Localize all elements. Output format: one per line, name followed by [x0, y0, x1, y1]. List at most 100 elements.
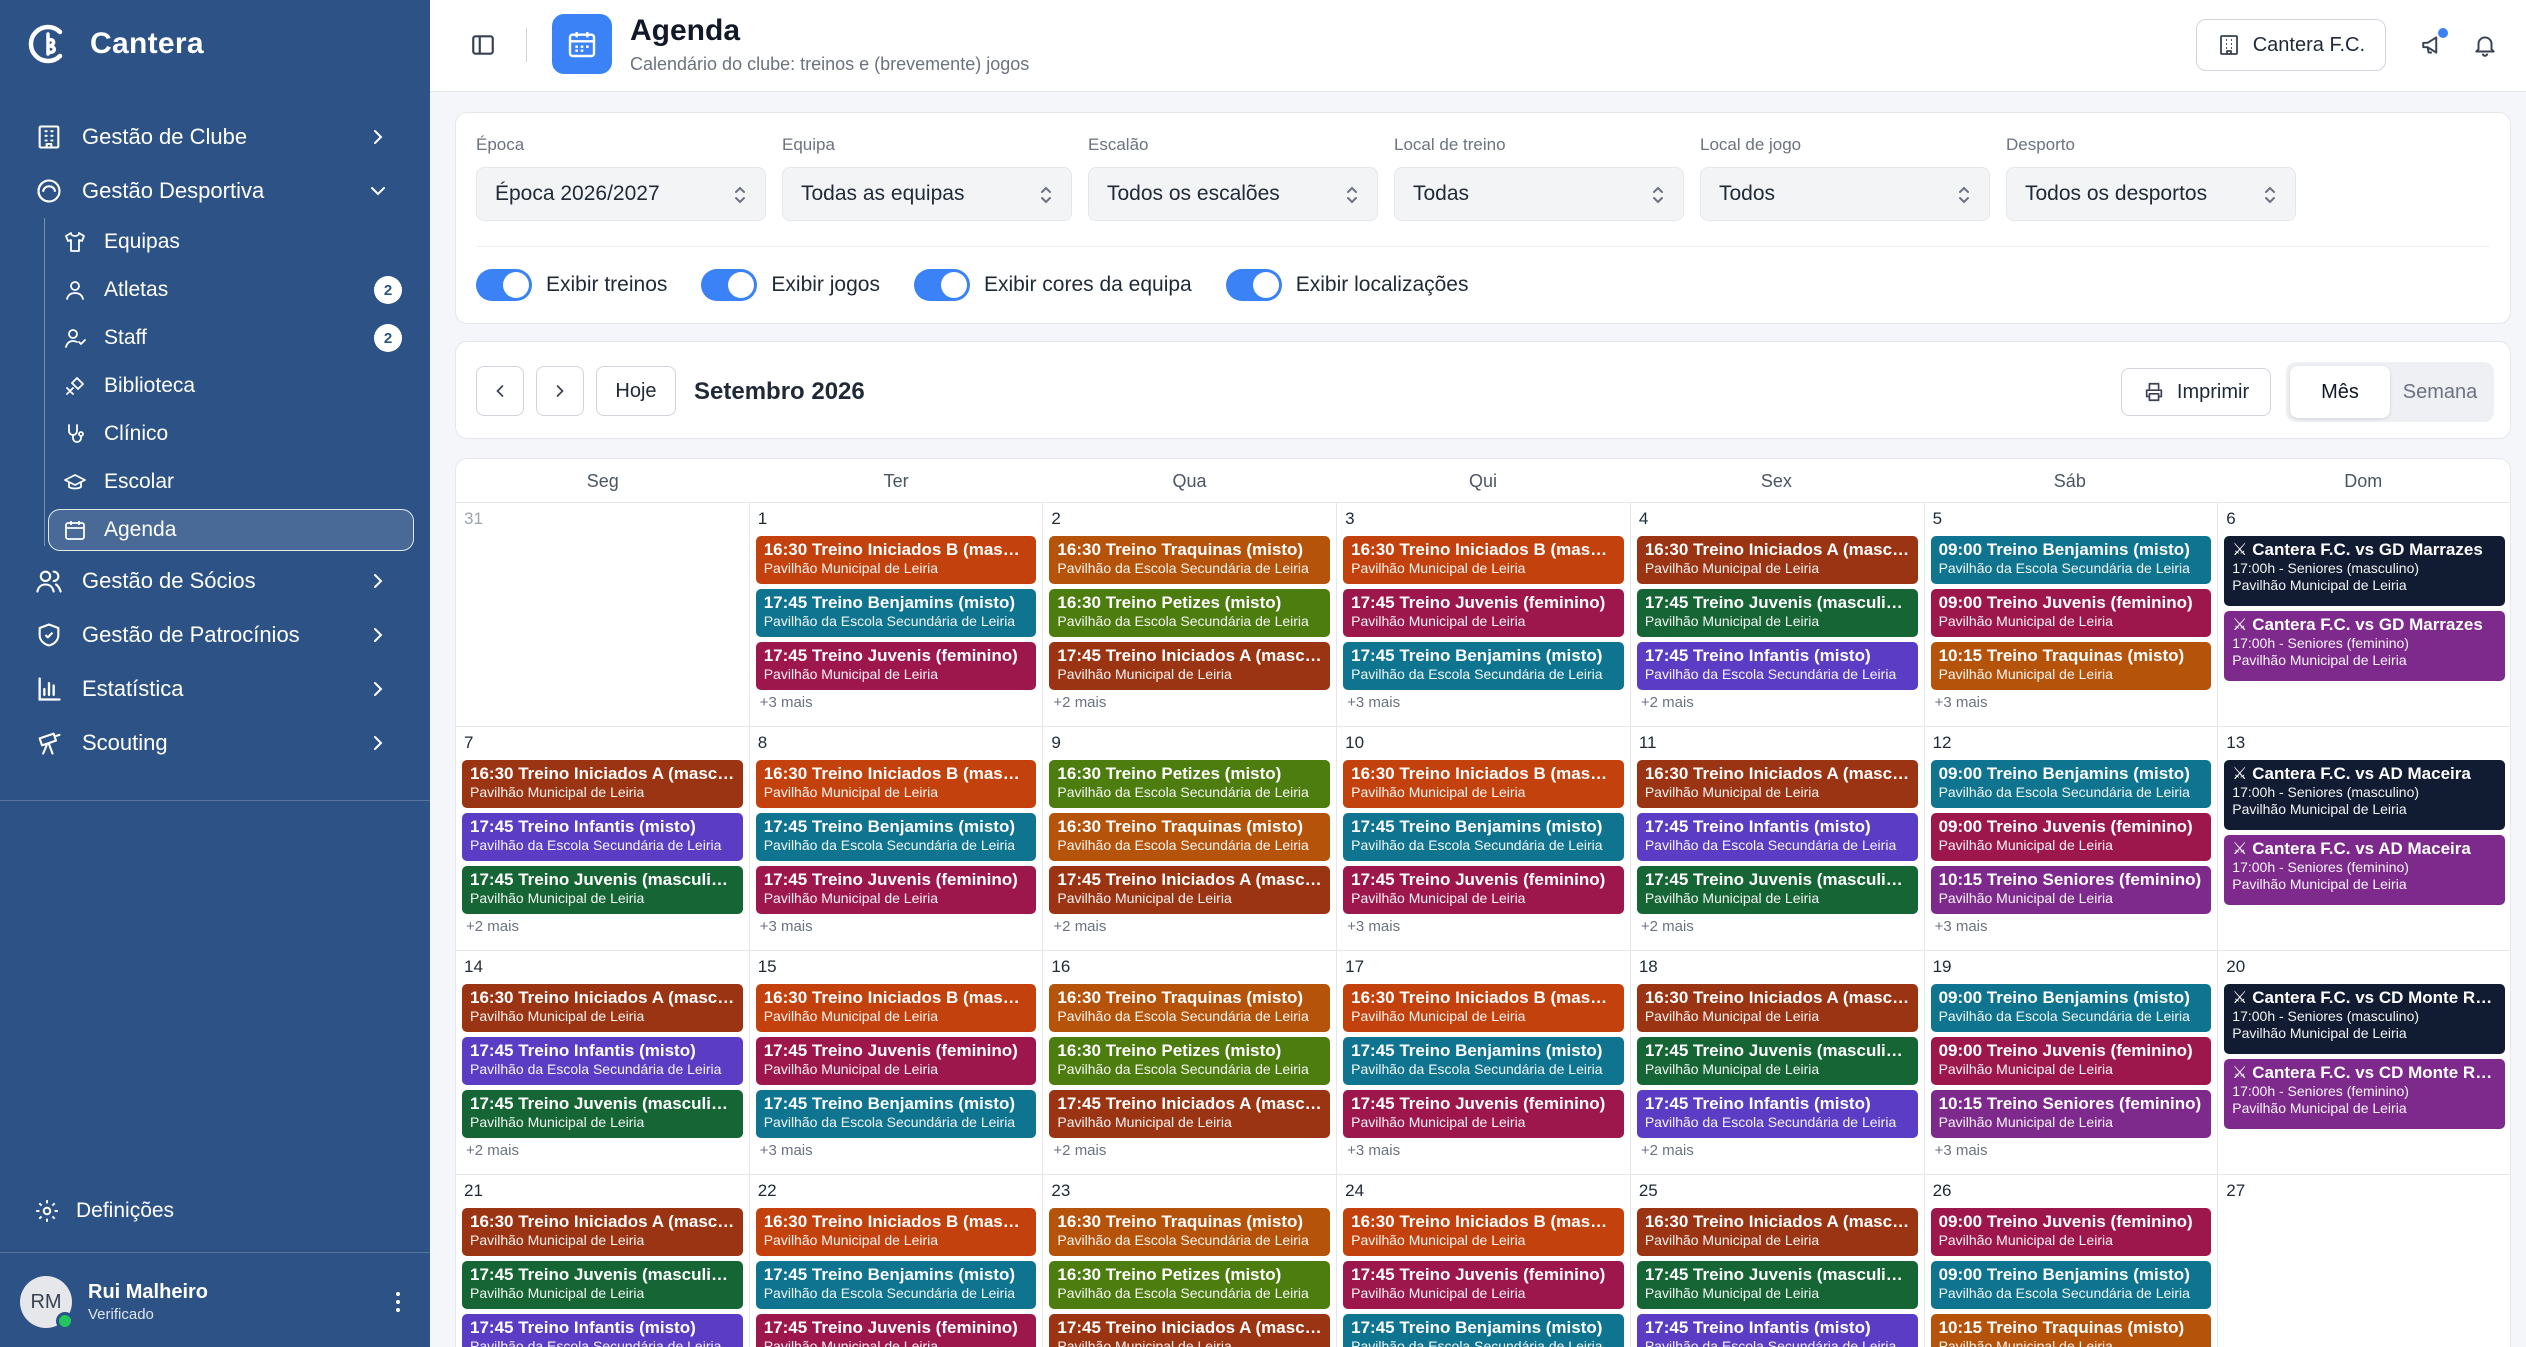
training-event[interactable]: 17:45 Treino Juvenis (feminino) Pavilhão …	[1343, 866, 1624, 914]
sidebar-toggle-button[interactable]	[466, 28, 500, 62]
game-event[interactable]: ⚔ Cantera F.C. vs CD Monte Redondo17:00h…	[2224, 984, 2505, 1054]
training-event[interactable]: 17:45 Treino Juvenis (feminino) Pavilhão …	[1343, 589, 1624, 637]
training-event[interactable]: 16:30 Treino Iniciados B (masculino)Pavi…	[1343, 984, 1624, 1032]
training-event[interactable]: 09:00 Treino Benjamins (misto) Pavilhão d…	[1930, 536, 2212, 584]
training-event[interactable]: 16:30 Treino Petizes (misto) Pavilhão da …	[1049, 1037, 1331, 1085]
training-event[interactable]: 17:45 Treino Juvenis (feminino) Pavilhão …	[755, 1037, 1037, 1085]
training-event[interactable]: 17:45 Treino Juvenis (masculino) Pavilhão…	[1636, 589, 1918, 637]
calendar-day-cell[interactable]: 23 16:30 Treino Traquinas (misto) Pavilhão…	[1043, 1175, 1338, 1347]
calendar-day-cell[interactable]: 6 ⚔ Cantera F.C. vs GD Marrazes 17:00h - S…	[2218, 503, 2510, 727]
toggle-exibir-treinos[interactable]: Exibir treinos	[476, 269, 667, 301]
training-event[interactable]: 17:45 Treino Benjamins (misto) Pavilhão d…	[755, 589, 1037, 637]
training-event[interactable]: 09:00 Treino Benjamins (misto) Pavilhão d…	[1930, 760, 2212, 808]
calendar-day-cell[interactable]: 21 16:30 Treino Iniciados A (masculino) Pa…	[456, 1175, 750, 1347]
training-event[interactable]: 16:30 Treino Iniciados B (masculino)Pavi…	[755, 536, 1037, 584]
training-event[interactable]: 17:45 Treino Iniciados A (masculino) Pavi…	[1049, 866, 1331, 914]
local-de-jogo-select[interactable]: Todos	[1700, 167, 1990, 221]
user-profile[interactable]: RM Rui Malheiro Verificado	[20, 1276, 410, 1330]
calendar-day-cell[interactable]: 13 ⚔ Cantera F.C. vs AD Maceira 17:00h - S…	[2218, 727, 2510, 951]
training-event[interactable]: 17:45 Treino Infantis (misto) Pavilhão da…	[462, 1037, 743, 1085]
calendar-day-cell[interactable]: 31	[456, 503, 750, 727]
calendar-day-cell[interactable]: 18 16:30 Treino Iniciados A (masculino) Pa…	[1630, 951, 1925, 1175]
club-selector-button[interactable]: Cantera F.C.	[2195, 19, 2386, 71]
training-event[interactable]: 16:30 Treino Iniciados A (masculino) Pavi…	[462, 1208, 743, 1256]
training-event[interactable]: 17:45 Treino Benjamins (misto) Pavilhão d…	[1343, 1037, 1624, 1085]
training-event[interactable]: 17:45 Treino Infantis (misto) Pavilhão da…	[1636, 1314, 1918, 1347]
toggle-exibir-localizacoes[interactable]: Exibir localizações	[1225, 269, 1469, 301]
training-event[interactable]: 16:30 Treino Iniciados B (masculino)Pavi…	[755, 760, 1037, 808]
training-event[interactable]: 09:00 Treino Benjamins (misto) Pavilhão d…	[1930, 984, 2212, 1032]
next-month-button[interactable]	[536, 366, 584, 416]
today-button[interactable]: Hoje	[596, 366, 676, 416]
training-event[interactable]: 16:30 Treino Iniciados A (masculino) Pavi…	[1636, 536, 1918, 584]
training-event[interactable]: 17:45 Treino Infantis (misto) Pavilhão da…	[1636, 813, 1918, 861]
training-event[interactable]: 10:15 Treino Seniores (feminino) Pavilhão…	[1930, 1090, 2212, 1138]
sidebar-item-agenda[interactable]: Agenda	[0, 506, 430, 554]
training-event[interactable]: 16:30 Treino Traquinas (misto) Pavilhão d…	[1049, 813, 1331, 861]
more-events-link[interactable]: +3 mais	[760, 694, 1037, 711]
more-events-link[interactable]: +3 mais	[1935, 694, 2212, 711]
more-vertical-icon[interactable]	[386, 1290, 410, 1314]
training-event[interactable]: 17:45 Treino Juvenis (feminino) Pavilhão …	[755, 1314, 1037, 1347]
calendar-day-cell[interactable]: 2416:30 Treino Iniciados B (masculino)Pa…	[1337, 1175, 1631, 1347]
calendar-day-cell[interactable]: 1716:30 Treino Iniciados B (masculino)Pa…	[1337, 951, 1631, 1175]
sidebar-item-equipas[interactable]: Equipas	[0, 218, 430, 266]
training-event[interactable]: 17:45 Treino Juvenis (masculino) Pavilhão…	[1636, 866, 1918, 914]
sidebar-item-estatistica[interactable]: Estatística	[0, 662, 430, 716]
training-event[interactable]: 16:30 Treino Iniciados B (masculino)Pavi…	[1343, 760, 1624, 808]
training-event[interactable]: 17:45 Treino Iniciados A (masculino) Pavi…	[1049, 1314, 1331, 1347]
training-event[interactable]: 16:30 Treino Petizes (misto) Pavilhão da …	[1049, 1261, 1331, 1309]
calendar-day-cell[interactable]: 4 16:30 Treino Iniciados A (masculino) Pav…	[1630, 503, 1925, 727]
toggle-switch[interactable]	[1225, 269, 1282, 301]
training-event[interactable]: 17:45 Treino Infantis (misto) Pavilhão da…	[1636, 1090, 1918, 1138]
view-month-button[interactable]: Mês	[2290, 366, 2390, 418]
more-events-link[interactable]: +2 mais	[466, 1142, 743, 1159]
toggle-exibir-jogos[interactable]: Exibir jogos	[701, 269, 880, 301]
training-event[interactable]: 17:45 Treino Infantis (misto) Pavilhão da…	[462, 1314, 743, 1347]
training-event[interactable]: 10:15 Treino Traquinas (misto) Pavilhão M…	[1930, 642, 2212, 690]
sidebar-item-escolar[interactable]: Escolar	[0, 458, 430, 506]
training-event[interactable]: 17:45 Treino Juvenis (feminino) Pavilhão …	[1343, 1261, 1624, 1309]
escalao-select[interactable]: Todos os escalões	[1088, 167, 1378, 221]
toggle-switch[interactable]	[476, 269, 532, 301]
training-event[interactable]: 16:30 Treino Iniciados A (masculino) Pavi…	[462, 984, 743, 1032]
training-event[interactable]: 17:45 Treino Benjamins (misto) Pavilhão d…	[1343, 642, 1624, 690]
calendar-day-cell[interactable]: 5 09:00 Treino Benjamins (misto) Pavilhão …	[1924, 503, 2219, 727]
sidebar-item-scouting[interactable]: Scouting	[0, 716, 430, 770]
training-event[interactable]: 09:00 Treino Juvenis (feminino) Pavilhão …	[1930, 813, 2212, 861]
more-events-link[interactable]: +3 mais	[1347, 918, 1624, 935]
more-events-link[interactable]: +2 mais	[466, 918, 743, 935]
calendar-day-cell[interactable]: 14 16:30 Treino Iniciados A (masculino) Pa…	[456, 951, 750, 1175]
calendar-day-cell[interactable]: 20⚔ Cantera F.C. vs CD Monte Redondo17:0…	[2218, 951, 2510, 1175]
sidebar-item-clinico[interactable]: Clínico	[0, 410, 430, 458]
more-events-link[interactable]: +3 mais	[760, 1142, 1037, 1159]
previous-month-button[interactable]	[476, 366, 524, 416]
training-event[interactable]: 09:00 Treino Juvenis (feminino) Pavilhão …	[1930, 589, 2212, 637]
training-event[interactable]: 17:45 Treino Iniciados A (masculino) Pavi…	[1049, 642, 1331, 690]
calendar-day-cell[interactable]: 25 16:30 Treino Iniciados A (masculino) Pa…	[1631, 1175, 1925, 1347]
training-event[interactable]: 16:30 Treino Traquinas (misto) Pavilhão d…	[1049, 1208, 1331, 1256]
training-event[interactable]: 17:45 Treino Benjamins (misto) Pavilhão d…	[1343, 813, 1624, 861]
calendar-day-cell[interactable]: 1016:30 Treino Iniciados B (masculino)Pa…	[1337, 727, 1631, 951]
calendar-day-cell[interactable]: 19 09:00 Treino Benjamins (misto) Pavilhão…	[1924, 951, 2219, 1175]
calendar-day-cell[interactable]: 12 09:00 Treino Benjamins (misto) Pavilhão…	[1924, 727, 2219, 951]
calendar-day-cell[interactable]: 2216:30 Treino Iniciados B (masculino)Pa…	[750, 1175, 1044, 1347]
announcements-button[interactable]	[2416, 28, 2450, 62]
sidebar-item-gestao-desportiva[interactable]: Gestão Desportiva	[0, 164, 430, 218]
notifications-button[interactable]	[2468, 28, 2502, 62]
calendar-day-cell[interactable]: 2 16:30 Treino Traquinas (misto) Pavilhão …	[1043, 503, 1338, 727]
more-events-link[interactable]: +2 mais	[1641, 1142, 1918, 1159]
sidebar-item-gestao-de-patrocinios[interactable]: Gestão de Patrocínios	[0, 608, 430, 662]
more-events-link[interactable]: +2 mais	[1641, 918, 1918, 935]
more-events-link[interactable]: +3 mais	[1935, 1142, 2212, 1159]
sidebar-item-biblioteca[interactable]: Biblioteca	[0, 362, 430, 410]
more-events-link[interactable]: +2 mais	[1053, 694, 1330, 711]
sidebar-item-gestao-de-socios[interactable]: Gestão de Sócios	[0, 554, 430, 608]
training-event[interactable]: 17:45 Treino Juvenis (masculino) Pavilhão…	[462, 1261, 743, 1309]
calendar-day-cell[interactable]: 9 16:30 Treino Petizes (misto) Pavilhão da…	[1043, 727, 1338, 951]
training-event[interactable]: 16:30 Treino Iniciados A (masculino) Pavi…	[1636, 760, 1918, 808]
training-event[interactable]: 17:45 Treino Benjamins (misto) Pavilhão d…	[755, 1090, 1037, 1138]
calendar-day-cell[interactable]: 16 16:30 Treino Traquinas (misto) Pavilhão…	[1043, 951, 1338, 1175]
sidebar-item-gestao-de-clube[interactable]: Gestão de Clube	[0, 110, 430, 164]
brand[interactable]: Cantera	[26, 22, 204, 66]
